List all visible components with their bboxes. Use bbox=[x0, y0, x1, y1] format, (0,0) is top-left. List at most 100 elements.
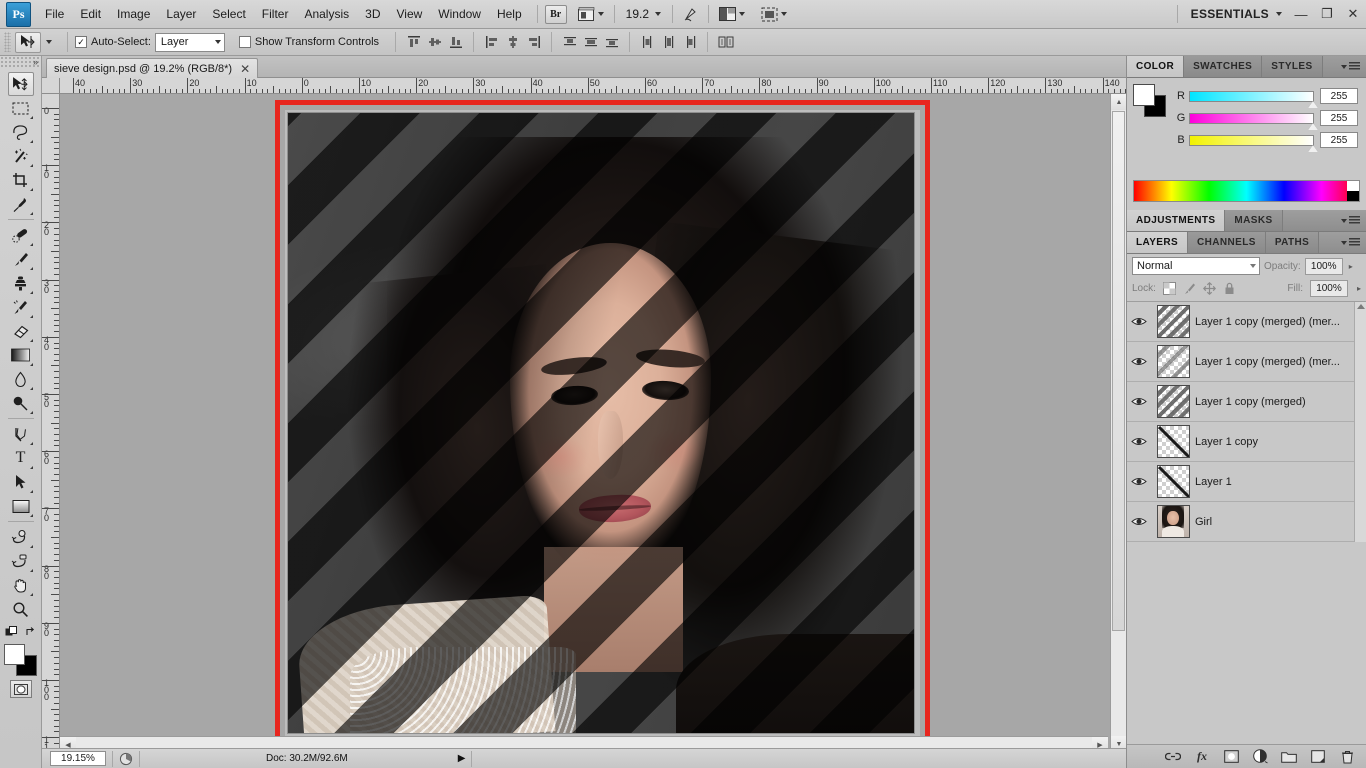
path-selection-tool[interactable] bbox=[8, 470, 34, 494]
default-colors-icon[interactable] bbox=[5, 626, 18, 638]
zoom-percentage-field[interactable]: 19.15% bbox=[50, 751, 106, 766]
layers-list-scrollbar[interactable] bbox=[1354, 302, 1366, 542]
launch-bridge-button[interactable]: Br bbox=[544, 4, 567, 24]
horizontal-type-tool[interactable]: T bbox=[8, 446, 34, 470]
rectangle-tool[interactable] bbox=[8, 494, 34, 518]
adjustments-panel-menu-button[interactable] bbox=[1335, 210, 1366, 231]
distribute-horizontal-centers-button[interactable] bbox=[658, 32, 679, 52]
rectangular-marquee-tool[interactable] bbox=[8, 96, 34, 120]
layer-visibility-toggle[interactable] bbox=[1127, 316, 1151, 327]
eyedropper-tool[interactable] bbox=[8, 192, 34, 216]
fill-value-field[interactable]: 100% bbox=[1309, 280, 1348, 297]
crop-tool[interactable] bbox=[8, 168, 34, 192]
menu-edit[interactable]: Edit bbox=[72, 3, 109, 25]
zoom-tool[interactable] bbox=[8, 597, 34, 621]
layer-row[interactable]: Layer 1 copy (merged) bbox=[1127, 382, 1366, 422]
pen-tool[interactable] bbox=[8, 422, 34, 446]
blend-mode-select[interactable]: Normal bbox=[1132, 257, 1260, 275]
lock-position-icon[interactable] bbox=[1202, 282, 1216, 295]
menu-filter[interactable]: Filter bbox=[254, 3, 297, 25]
menu-3d[interactable]: 3D bbox=[357, 3, 388, 25]
gradient-tool[interactable] bbox=[8, 343, 34, 367]
screen-mode-menu[interactable] bbox=[758, 5, 790, 24]
eraser-tool[interactable] bbox=[8, 319, 34, 343]
tab-swatches[interactable]: SWATCHES bbox=[1184, 56, 1263, 77]
swap-colors-icon[interactable] bbox=[25, 626, 37, 638]
layer-thumbnail-cell[interactable] bbox=[1151, 385, 1195, 418]
color-panel-menu-button[interactable] bbox=[1335, 56, 1366, 77]
lasso-tool[interactable] bbox=[8, 120, 34, 144]
layers-scroll-up-icon[interactable] bbox=[1356, 304, 1365, 309]
brush-tool[interactable] bbox=[8, 247, 34, 271]
view-extras-menu[interactable] bbox=[575, 5, 607, 24]
close-icon[interactable]: ✕ bbox=[240, 62, 250, 76]
tab-layers[interactable]: LAYERS bbox=[1127, 232, 1189, 253]
spectrum-black-swatch[interactable] bbox=[1347, 191, 1359, 201]
add-layer-mask-icon[interactable] bbox=[1223, 749, 1239, 765]
menu-file[interactable]: File bbox=[37, 3, 72, 25]
g-slider[interactable] bbox=[1189, 112, 1318, 130]
menu-window[interactable]: Window bbox=[430, 3, 489, 25]
new-fill-adjustment-layer-icon[interactable] bbox=[1252, 749, 1268, 765]
document-sizes-icon[interactable] bbox=[119, 752, 133, 766]
tab-adjustments[interactable]: ADJUSTMENTS bbox=[1127, 210, 1226, 231]
g-slider-thumb[interactable] bbox=[1308, 122, 1318, 130]
horizontal-ruler[interactable]: 40 30 20 10 0 10 20 30 40 50 60 70 80 90 100 110 120 130 1… bbox=[60, 78, 1126, 94]
distribute-left-edges-button[interactable] bbox=[637, 32, 658, 52]
align-left-edges-button[interactable] bbox=[481, 32, 502, 52]
tab-channels[interactable]: CHANNELS bbox=[1188, 232, 1266, 253]
tool-preset-chevron-icon[interactable] bbox=[46, 40, 52, 44]
3d-rotate-tool[interactable] bbox=[8, 525, 34, 549]
menu-view[interactable]: View bbox=[388, 3, 430, 25]
canvas-viewport[interactable] bbox=[60, 94, 1126, 752]
distribute-bottom-edges-button[interactable] bbox=[601, 32, 622, 52]
layer-thumbnail-cell[interactable] bbox=[1151, 505, 1195, 538]
color-swatches[interactable] bbox=[3, 644, 38, 676]
vertical-scroll-thumb[interactable] bbox=[1112, 111, 1125, 631]
align-vertical-centers-button[interactable] bbox=[424, 32, 445, 52]
lock-transparent-pixels-icon[interactable] bbox=[1162, 282, 1176, 295]
layer-row[interactable]: Layer 1 bbox=[1127, 462, 1366, 502]
show-transform-controls-checkbox[interactable] bbox=[238, 36, 251, 48]
layer-row[interactable]: Girl bbox=[1127, 502, 1366, 542]
zoom-level-menu[interactable]: 19.2 bbox=[622, 5, 665, 23]
r-value[interactable]: 255 bbox=[1320, 88, 1358, 104]
layer-thumbnail-cell[interactable] bbox=[1151, 465, 1195, 498]
b-slider[interactable] bbox=[1189, 134, 1318, 152]
lock-all-icon[interactable] bbox=[1223, 282, 1236, 295]
tab-masks[interactable]: MASKS bbox=[1225, 210, 1283, 231]
layer-visibility-toggle[interactable] bbox=[1127, 396, 1151, 407]
workspace-switcher[interactable]: ESSENTIALS bbox=[1185, 5, 1288, 23]
3d-orbit-tool[interactable] bbox=[8, 549, 34, 573]
color-panel-swatches[interactable] bbox=[1133, 84, 1167, 118]
toolbox-grip[interactable]: » bbox=[0, 56, 41, 68]
menu-image[interactable]: Image bbox=[109, 3, 158, 25]
options-bar-grip[interactable] bbox=[4, 32, 11, 52]
close-button[interactable]: ✕ bbox=[1340, 1, 1366, 27]
status-expand-arrow[interactable]: ▶ bbox=[458, 753, 466, 764]
fill-stepper-icon[interactable]: ▸ bbox=[1355, 284, 1361, 293]
g-value[interactable]: 255 bbox=[1320, 110, 1358, 126]
layers-panel-menu-button[interactable] bbox=[1335, 232, 1366, 253]
tab-color[interactable]: COLOR bbox=[1127, 56, 1185, 77]
layer-row[interactable]: Layer 1 copy bbox=[1127, 422, 1366, 462]
distribute-right-edges-button[interactable] bbox=[679, 32, 700, 52]
arrange-documents-menu[interactable] bbox=[716, 5, 748, 23]
tab-styles[interactable]: STYLES bbox=[1262, 56, 1323, 77]
align-bottom-edges-button[interactable] bbox=[445, 32, 466, 52]
b-value[interactable]: 255 bbox=[1320, 132, 1358, 148]
layer-visibility-toggle[interactable] bbox=[1127, 436, 1151, 447]
layer-row[interactable]: Layer 1 copy (merged) (mer... bbox=[1127, 342, 1366, 382]
layer-visibility-toggle[interactable] bbox=[1127, 356, 1151, 367]
layer-thumbnail-cell[interactable] bbox=[1151, 425, 1195, 458]
link-layers-icon[interactable] bbox=[1165, 749, 1181, 765]
delete-layer-icon[interactable] bbox=[1339, 749, 1355, 765]
auto-select-checkbox[interactable]: ✓ bbox=[75, 36, 87, 48]
menu-select[interactable]: Select bbox=[204, 3, 253, 25]
align-horizontal-centers-button[interactable] bbox=[502, 32, 523, 52]
spectrum-white-swatch[interactable] bbox=[1347, 181, 1359, 191]
r-slider-thumb[interactable] bbox=[1308, 100, 1318, 108]
move-tool[interactable] bbox=[7, 72, 34, 96]
distribute-top-edges-button[interactable] bbox=[559, 32, 580, 52]
layer-row[interactable]: Layer 1 copy (merged) (mer... bbox=[1127, 302, 1366, 342]
